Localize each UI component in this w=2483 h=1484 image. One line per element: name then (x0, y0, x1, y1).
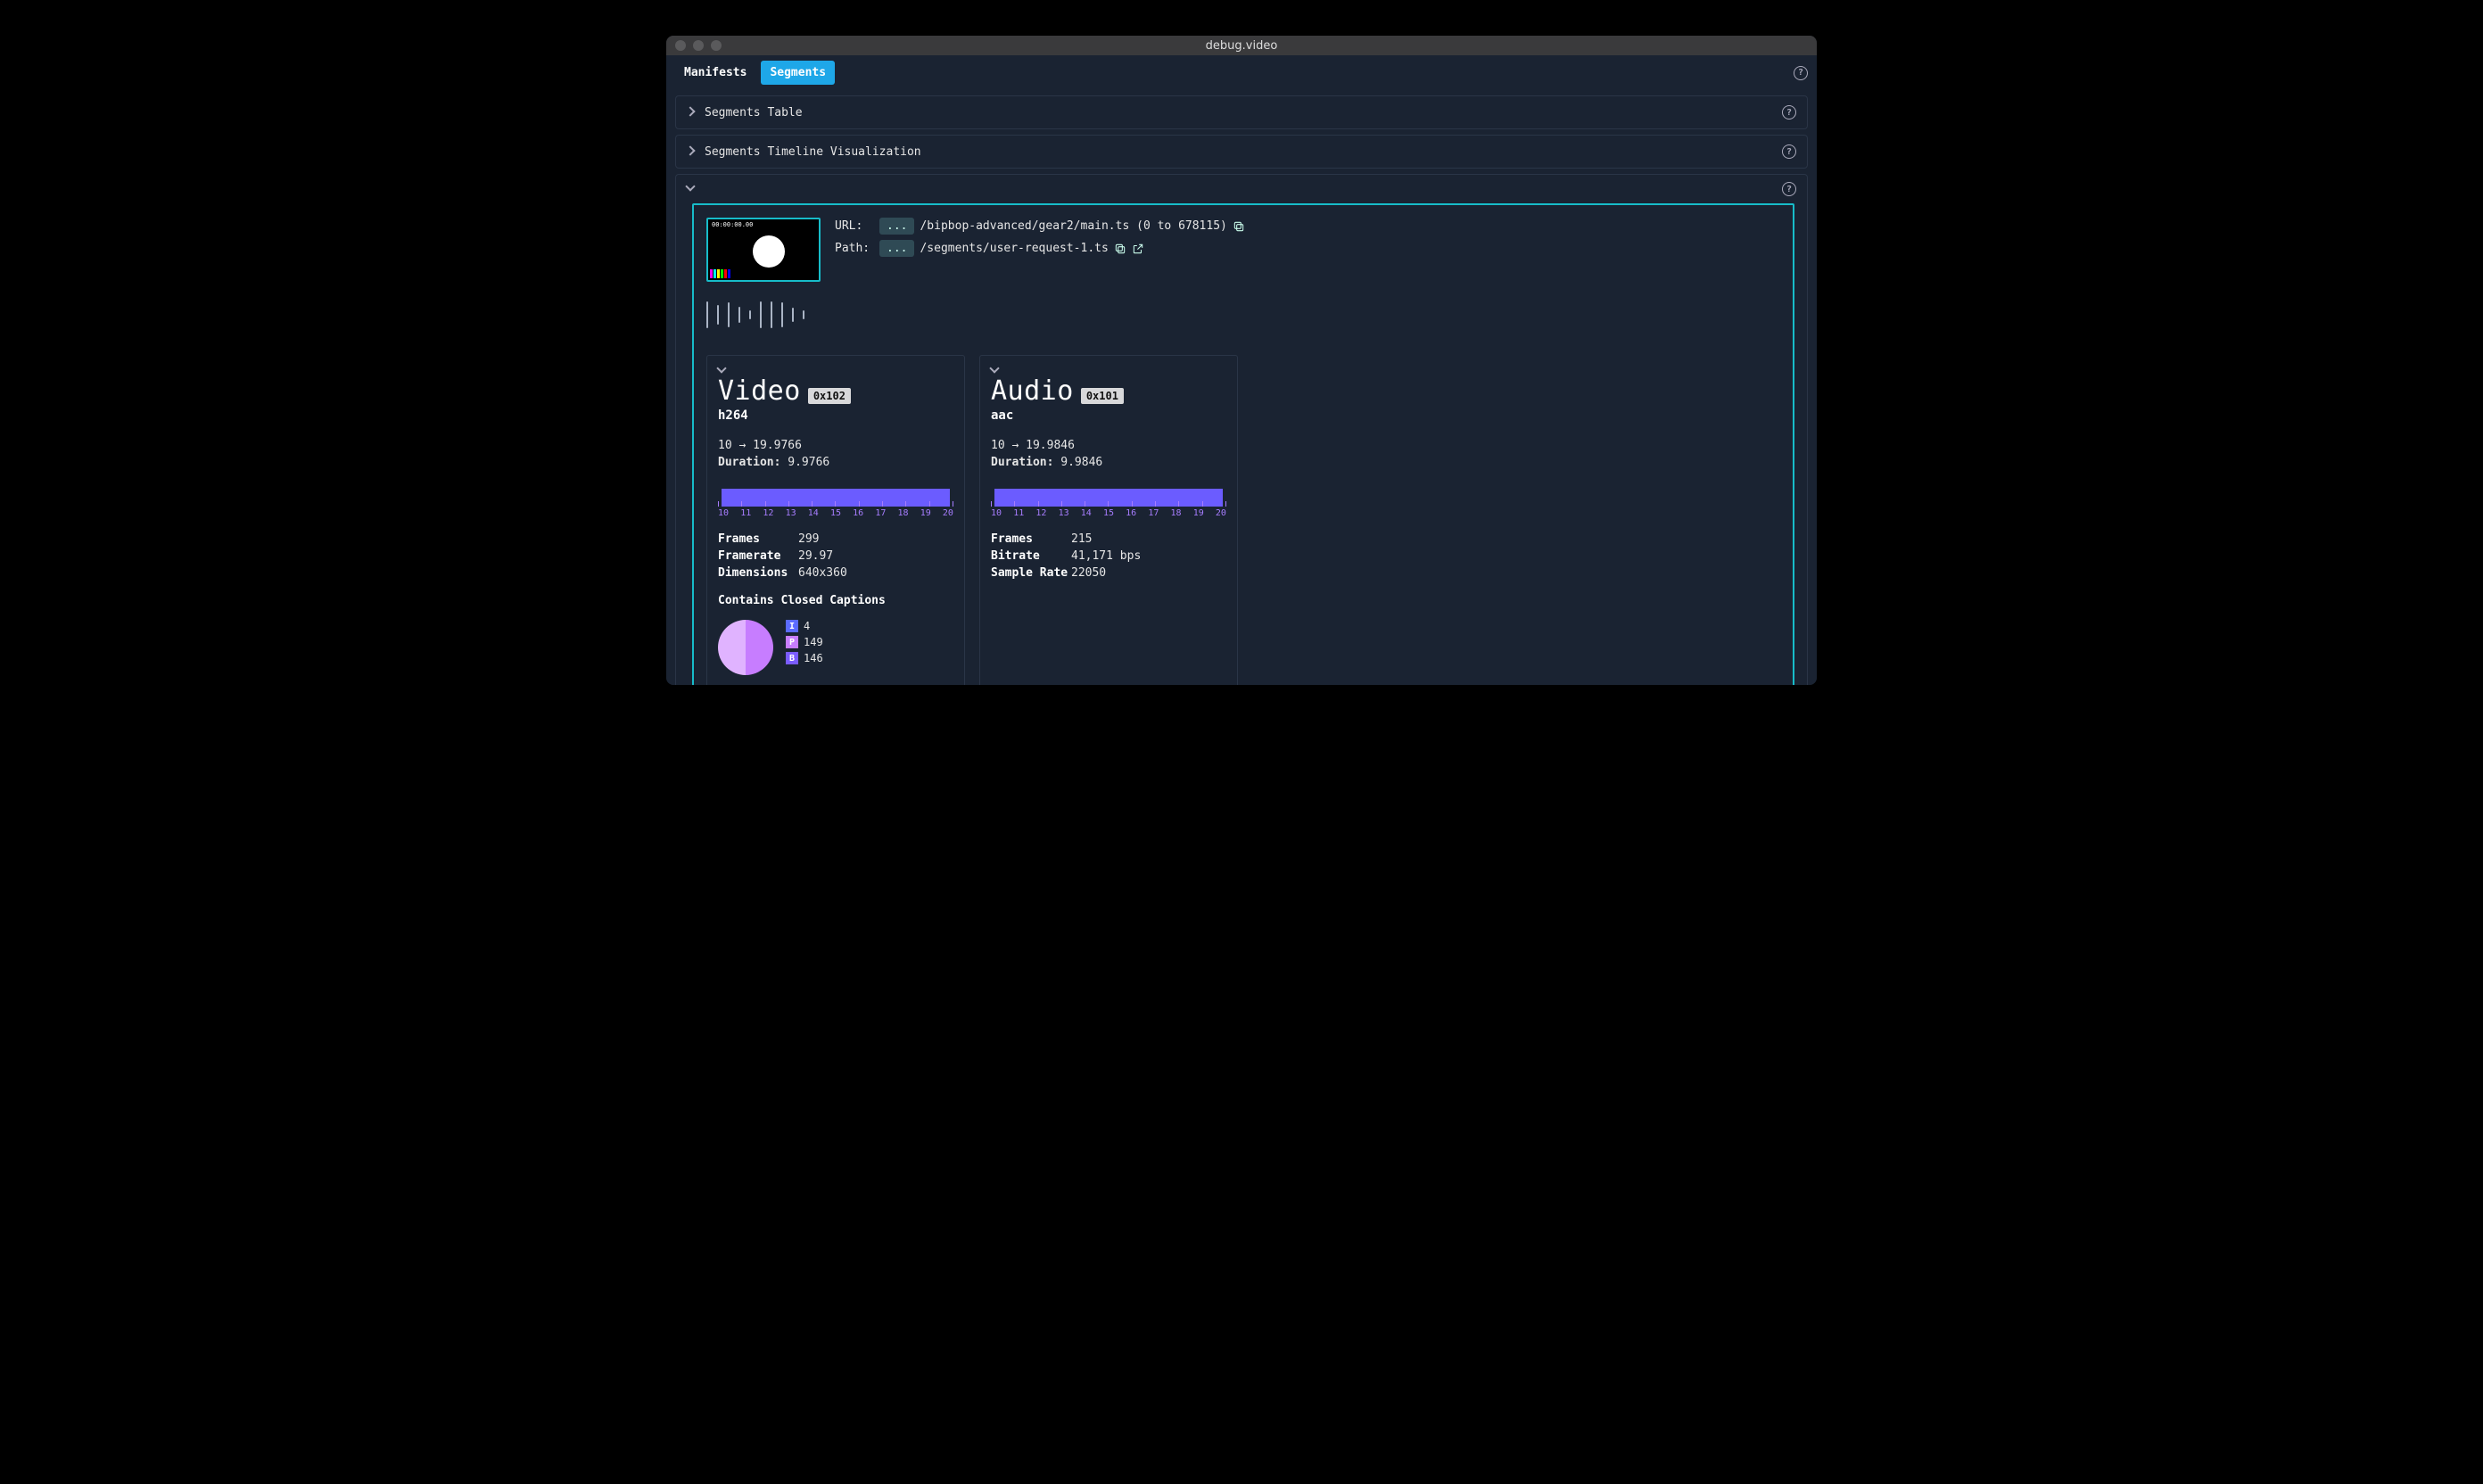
detail-body: 00:00:00.00 URL: ... /bipbop-advanced/ge… (692, 203, 1794, 685)
audio-card-head[interactable] (991, 367, 1226, 375)
chevron-right-icon (687, 108, 696, 117)
audio-duration-label: Duration: (991, 456, 1053, 469)
legend-P: P 149 (786, 636, 823, 648)
copy-icon[interactable] (1114, 243, 1126, 255)
thumb-colorbars (710, 269, 730, 278)
stat-aframes-k: Frames (991, 532, 1071, 546)
section-segments-timeline: Segments Timeline Visualization ? (675, 135, 1808, 169)
video-timeline-labels: 1011121314151617181920 (718, 508, 953, 518)
video-range: 10 → 19.9766 (718, 439, 953, 452)
video-timeline-ticks (718, 501, 953, 507)
stat-dims-v: 640x360 (798, 566, 953, 580)
help-icon[interactable]: ? (1782, 182, 1796, 196)
meta-path-line: Path: ... /segments/user-request-1.ts (835, 240, 1245, 257)
audio-duration-value: 9.9846 (1060, 456, 1102, 469)
path-label: Path: (835, 242, 874, 255)
chevron-right-icon (687, 147, 696, 156)
chevron-down-icon[interactable] (687, 185, 696, 194)
help-icon[interactable]: ? (1794, 66, 1808, 80)
video-timeline: 1011121314151617181920 (718, 489, 953, 518)
stat-dims-k: Dimensions (718, 566, 798, 580)
legend-count-I: 4 (804, 620, 810, 632)
content: Manifests Segments ? Segments Table ? Se… (666, 55, 1817, 685)
stat-frames-k: Frames (718, 532, 798, 546)
detail-top: ? (676, 175, 1807, 203)
video-stats: Frames 299 Framerate 29.97 Dimensions 64… (718, 532, 953, 580)
track-cards: Video 0x102 h264 10 → 19.9766 Duration: … (706, 355, 1780, 685)
meta-row: 00:00:00.00 URL: ... /bipbop-advanced/ge… (706, 218, 1780, 282)
audio-codec: aac (991, 408, 1226, 423)
meta-lines: URL: ... /bipbop-advanced/gear2/main.ts … (835, 218, 1245, 257)
url-text: /bipbop-advanced/gear2/main.ts (0 to 678… (920, 219, 1226, 233)
legend-count-P: 149 (804, 636, 823, 648)
frame-type-row: I 4 P 149 B 146 (718, 620, 953, 675)
tab-segments[interactable]: Segments (761, 61, 835, 85)
stat-aframes-v: 215 (1071, 532, 1226, 546)
url-prefix-pill[interactable]: ... (879, 218, 914, 235)
audio-duration: Duration: 9.9846 (991, 456, 1226, 469)
thumb-circle (753, 235, 785, 268)
audio-waveform (706, 300, 1780, 330)
tab-bar: Manifests Segments ? (666, 55, 1817, 90)
video-duration-label: Duration: (718, 456, 780, 469)
copy-icon[interactable] (1233, 220, 1245, 233)
audio-pid-badge: 0x101 (1081, 388, 1124, 404)
frame-type-legend: I 4 P 149 B 146 (786, 620, 823, 664)
audio-stats: Frames 215 Bitrate 41,171 bps Sample Rat… (991, 532, 1226, 580)
audio-timeline-ticks (991, 501, 1226, 507)
section-header-table[interactable]: Segments Table ? (676, 96, 1807, 128)
window-title: debug.video (666, 39, 1817, 53)
meta-url-line: URL: ... /bipbop-advanced/gear2/main.ts … (835, 218, 1245, 235)
audio-card: Audio 0x101 aac 10 → 19.9846 Duration: 9… (979, 355, 1238, 685)
thumb-timecode: 00:00:00.00 (712, 221, 753, 228)
chevron-down-icon (718, 367, 727, 375)
legend-box-I: I (786, 620, 798, 632)
audio-timeline: 1011121314151617181920 (991, 489, 1226, 518)
video-cc-note: Contains Closed Captions (718, 594, 953, 607)
section-segments-table: Segments Table ? (675, 95, 1808, 129)
video-card-head[interactable] (718, 367, 953, 375)
path-prefix-pill[interactable]: ... (879, 240, 914, 257)
audio-range: 10 → 19.9846 (991, 439, 1226, 452)
stat-sr-k: Sample Rate (991, 566, 1071, 580)
video-title: Video (718, 375, 801, 407)
help-icon[interactable]: ? (1782, 105, 1796, 120)
video-duration-value: 9.9766 (788, 456, 829, 469)
external-link-icon[interactable] (1132, 243, 1144, 255)
legend-count-B: 146 (804, 652, 823, 664)
frame-type-pie (718, 620, 773, 675)
video-pid-badge: 0x102 (808, 388, 851, 404)
stat-framerate-v: 29.97 (798, 549, 953, 563)
chevron-down-icon (991, 367, 1000, 375)
video-codec: h264 (718, 408, 953, 423)
legend-box-B: B (786, 652, 798, 664)
segment-thumbnail[interactable]: 00:00:00.00 (706, 218, 821, 282)
stat-framerate-k: Framerate (718, 549, 798, 563)
video-duration: Duration: 9.9766 (718, 456, 953, 469)
audio-title: Audio (991, 375, 1074, 407)
titlebar: debug.video (666, 36, 1817, 55)
segment-detail-panel: ? 00:00:00.00 URL: ... (675, 174, 1808, 685)
legend-box-P: P (786, 636, 798, 648)
section-title-table: Segments Table (705, 106, 803, 120)
help-icon[interactable]: ? (1782, 144, 1796, 159)
url-label: URL: (835, 219, 874, 233)
legend-I: I 4 (786, 620, 823, 632)
stat-frames-v: 299 (798, 532, 953, 546)
video-card: Video 0x102 h264 10 → 19.9766 Duration: … (706, 355, 965, 685)
stat-bitrate-k: Bitrate (991, 549, 1071, 563)
legend-B: B 146 (786, 652, 823, 664)
section-header-timeline[interactable]: Segments Timeline Visualization ? (676, 136, 1807, 168)
audio-timeline-labels: 1011121314151617181920 (991, 508, 1226, 518)
path-text: /segments/user-request-1.ts (920, 242, 1108, 255)
section-title-timeline: Segments Timeline Visualization (705, 145, 921, 159)
stat-sr-v: 22050 (1071, 566, 1226, 580)
stat-bitrate-v: 41,171 bps (1071, 549, 1226, 563)
tab-manifests[interactable]: Manifests (675, 61, 755, 85)
app-window: debug.video Manifests Segments ? Segment… (666, 36, 1817, 685)
